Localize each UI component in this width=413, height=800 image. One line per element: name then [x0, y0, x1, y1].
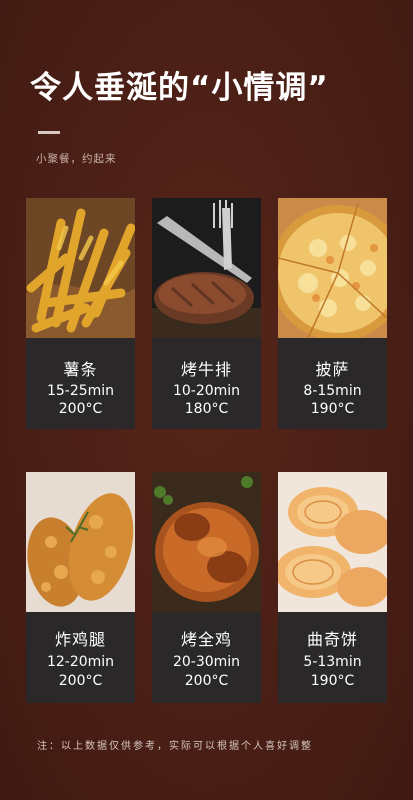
dish-card-cookies: 曲奇饼 5-13min 190°C [278, 472, 387, 703]
dish-time: 8-15min [303, 383, 362, 399]
cookies-photo [278, 472, 387, 612]
fried-chicken-photo [26, 472, 135, 612]
roast-chicken-photo [152, 472, 261, 612]
page-title: 令人垂涎的“小情调” [30, 70, 329, 106]
dish-time: 15-25min [46, 383, 115, 399]
dish-name: 披萨 [315, 360, 350, 379]
fries-photo [26, 198, 135, 338]
dish-card-fries: 薯条 15-25min 200°C [26, 198, 135, 429]
dish-name: 烤全鸡 [180, 630, 232, 649]
steak-photo [152, 198, 261, 338]
title-divider [38, 131, 60, 134]
dish-name: 薯条 [63, 360, 98, 379]
dish-time: 20-30min [172, 654, 241, 670]
dish-card-steak: 烤牛排 10-20min 180°C [152, 198, 261, 429]
dish-temp: 200°C [58, 673, 103, 689]
dish-time: 10-20min [172, 383, 241, 399]
dish-temp: 200°C [58, 401, 103, 417]
dish-temp: 190°C [310, 673, 355, 689]
dish-name: 烤牛排 [180, 360, 232, 379]
page-subtitle: 小聚餐，约起来 [36, 153, 117, 165]
pizza-photo [278, 198, 387, 338]
dish-name: 炸鸡腿 [54, 630, 106, 649]
dish-temp: 200°C [184, 673, 229, 689]
dish-card-pizza: 披萨 8-15min 190°C [278, 198, 387, 429]
dish-temp: 180°C [184, 401, 229, 417]
footer-note: 注：以上数据仅供参考，实际可以根据个人喜好调整 [37, 741, 313, 752]
dish-time: 5-13min [303, 654, 362, 670]
dish-card-fried-chicken: 炸鸡腿 12-20min 200°C [26, 472, 135, 703]
dish-temp: 190°C [310, 401, 355, 417]
dish-card-roast-chicken: 烤全鸡 20-30min 200°C [152, 472, 261, 703]
dish-name: 曲奇饼 [306, 630, 358, 649]
dish-time: 12-20min [46, 654, 115, 670]
